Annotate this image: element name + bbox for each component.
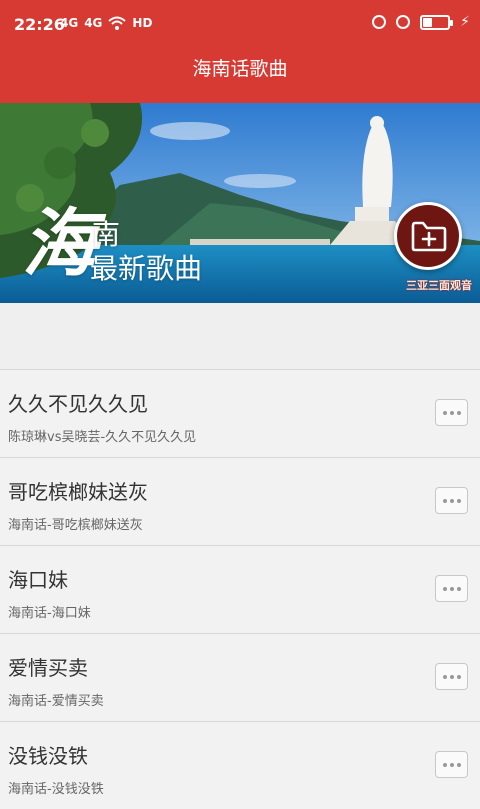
blank-area — [0, 303, 480, 369]
song-title: 海口妹 — [8, 568, 68, 592]
more-options-button[interactable] — [435, 751, 468, 778]
more-dot — [456, 410, 461, 415]
song-subtitle: 海南话-爱情买卖 — [8, 694, 104, 709]
alarm-icon — [396, 15, 411, 29]
network-indicators: 4G 4G HD — [60, 16, 152, 30]
more-dot — [449, 498, 454, 503]
page-title: 海南话歌曲 — [192, 58, 288, 80]
banner: 海 南 最新歌曲 三亚三面观音 — [0, 103, 480, 303]
more-dot — [442, 498, 447, 503]
song-title: 爱情买卖 — [8, 656, 88, 680]
song-item[interactable]: 久久不见久久见 陈琼琳vs吴晓芸-久久不见久久见 — [0, 369, 480, 457]
folder-plus-icon — [411, 221, 447, 252]
banner-subtitle: 最新歌曲 — [90, 252, 203, 285]
more-dot — [456, 498, 461, 503]
more-dot — [456, 762, 461, 767]
more-options-button[interactable] — [435, 487, 468, 514]
song-item[interactable]: 爱情买卖 海南话-爱情买卖 — [0, 633, 480, 721]
song-item[interactable]: 哥吃槟榔妹送灰 海南话-哥吃槟榔妹送灰 — [0, 457, 480, 545]
more-options-button[interactable] — [435, 399, 468, 426]
more-dot — [456, 586, 461, 591]
song-subtitle: 海南话-没钱没铁 — [8, 782, 104, 797]
song-subtitle: 陈琼琳vs吴晓芸-久久不见久久见 — [8, 430, 197, 445]
battery-fill — [423, 17, 433, 27]
title-bar: 海南话歌曲 — [0, 48, 480, 103]
wifi-icon — [108, 16, 127, 30]
charging-icon: ⚡ — [460, 14, 470, 30]
song-title: 没钱没铁 — [8, 744, 88, 768]
lock-icon — [372, 15, 387, 29]
banner-watermark: 三亚三面观音 — [406, 279, 472, 292]
more-dot — [449, 674, 454, 679]
more-dot — [449, 410, 454, 415]
more-dot — [449, 586, 454, 591]
song-title: 久久不见久久见 — [8, 392, 148, 416]
add-to-folder-button[interactable] — [394, 202, 462, 270]
signal-2-label: 4G — [84, 16, 103, 30]
song-item[interactable]: 没钱没铁 海南话-没钱没铁 — [0, 721, 480, 809]
song-title: 哥吃槟榔妹送灰 — [8, 480, 148, 504]
hd-label: HD — [132, 16, 153, 30]
status-right-icons: ⚡ — [372, 14, 470, 30]
more-dot — [456, 674, 461, 679]
song-subtitle: 海南话-哥吃槟榔妹送灰 — [8, 518, 143, 533]
more-dot — [442, 762, 447, 767]
battery-icon — [420, 14, 454, 30]
status-time: 22:26 — [14, 15, 65, 34]
more-dot — [442, 586, 447, 591]
more-dot — [442, 410, 447, 415]
song-subtitle: 海南话-海口妹 — [8, 606, 91, 621]
song-list: 久久不见久久见 陈琼琳vs吴晓芸-久久不见久久见 哥吃槟榔妹送灰 海南话-哥吃槟… — [0, 369, 480, 809]
signal-1-label: 4G — [60, 16, 79, 30]
status-bar: 22:26 4G 4G HD ⚡ — [0, 0, 480, 48]
more-dot — [449, 762, 454, 767]
more-options-button[interactable] — [435, 663, 468, 690]
more-options-button[interactable] — [435, 575, 468, 602]
more-dot — [442, 674, 447, 679]
banner-big-char: 海 — [22, 201, 96, 287]
song-item[interactable]: 海口妹 海南话-海口妹 — [0, 545, 480, 633]
